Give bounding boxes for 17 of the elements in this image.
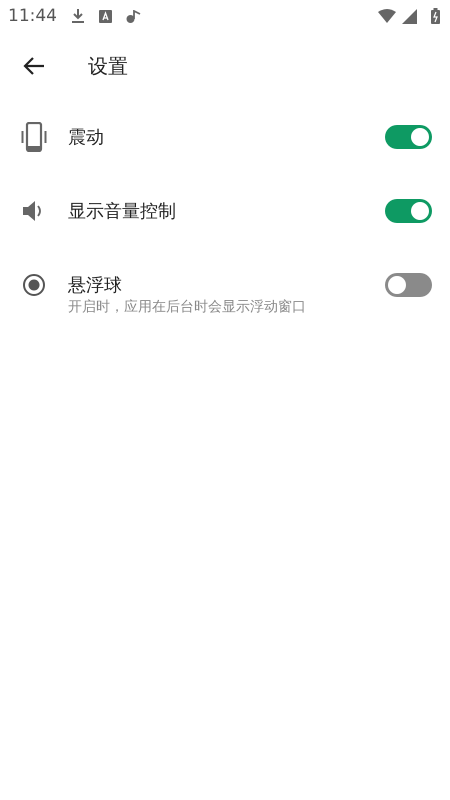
signal-icon [402, 8, 417, 24]
setting-label: 震动 [68, 126, 105, 149]
toggle-switch[interactable] [385, 199, 432, 223]
status-time: 11:44 [8, 6, 57, 26]
toggle-switch[interactable] [385, 125, 432, 149]
phone-vibrate-icon [21, 122, 47, 152]
setting-label: 显示音量控制 [68, 200, 177, 223]
download-icon [71, 8, 85, 24]
toggle-switch[interactable] [385, 273, 432, 297]
page-title: 设置 [88, 52, 128, 80]
music-note-icon [126, 10, 142, 22]
radio-button-icon [22, 273, 46, 297]
app-notification-icon [99, 10, 112, 22]
wifi-icon [378, 9, 396, 23]
setting-description: 开启时，应用在后台时会显示浮动窗口 [67, 298, 307, 316]
setting-label: 悬浮球 [68, 274, 123, 297]
battery-charging-icon [431, 8, 440, 24]
